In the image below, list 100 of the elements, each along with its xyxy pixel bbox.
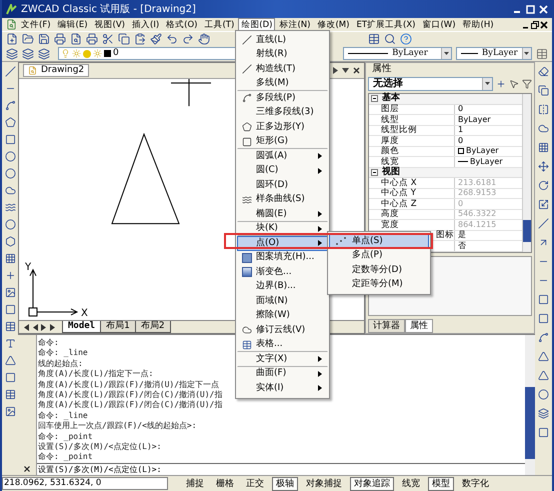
close-icon[interactable]	[353, 67, 360, 74]
triangle-icon[interactable]	[4, 355, 16, 366]
triangle-icon[interactable]	[538, 351, 549, 362]
triangle-icon[interactable]	[538, 370, 549, 381]
cloud-icon[interactable]	[4, 185, 16, 196]
wave-icon[interactable]	[4, 202, 16, 213]
lineweight-combo[interactable]: ByLayer	[456, 47, 532, 60]
status-toggle[interactable]: 对象捕捉	[302, 476, 346, 490]
preview-icon[interactable]	[70, 33, 82, 45]
status-toggle[interactable]: 极轴	[272, 476, 298, 490]
layers-icon[interactable]	[22, 48, 34, 60]
collapse-icon[interactable]	[371, 168, 378, 176]
line-icon[interactable]	[4, 66, 16, 77]
move-icon[interactable]	[538, 161, 549, 172]
menu-item[interactable]: 表格...	[237, 338, 328, 352]
menu-item[interactable]: 圆环(D)	[237, 178, 328, 192]
first-tab-icon[interactable]	[23, 324, 29, 330]
folder-icon[interactable]	[22, 33, 34, 45]
array-icon[interactable]	[538, 142, 549, 153]
menu-item[interactable]: 视图(V)	[92, 18, 128, 32]
circle-icon[interactable]	[538, 389, 549, 400]
linetype-combo[interactable]: ByLayer	[343, 47, 452, 60]
maximize-icon[interactable]	[526, 4, 535, 14]
menu-item[interactable]: 曲面(F)	[237, 366, 328, 381]
table-icon[interactable]	[368, 33, 380, 45]
hexagon-icon[interactable]	[4, 236, 16, 247]
circle-icon[interactable]	[4, 168, 16, 179]
menu-item[interactable]: 多段线(P)	[237, 91, 328, 106]
menu-item[interactable]: 样条曲线(S)	[237, 192, 328, 207]
cut-icon[interactable]	[102, 33, 114, 45]
menu-item[interactable]: 直线(L)	[237, 33, 328, 48]
menu-item[interactable]: 擦除(W)	[237, 308, 328, 323]
new-file-icon[interactable]	[6, 33, 18, 45]
rectangle-icon[interactable]	[4, 134, 16, 145]
document-tab[interactable]: Drawing2	[23, 64, 90, 77]
selection-combo[interactable]: 无选择	[368, 76, 493, 90]
menu-item[interactable]: 修改(M)	[314, 18, 352, 32]
undo-icon[interactable]	[166, 33, 178, 45]
pointer-icon[interactable]	[509, 78, 519, 88]
layers-icon[interactable]	[6, 48, 18, 60]
redo-icon[interactable]	[182, 33, 194, 45]
menu-item[interactable]: 图案填充(H)...	[237, 250, 328, 265]
menu-item[interactable]: 文字(X)	[237, 352, 328, 366]
menu-item[interactable]: 编辑(E)	[54, 18, 91, 32]
dropdown-button[interactable]	[441, 48, 452, 59]
layout-tab[interactable]: 布局1	[100, 321, 136, 333]
scrollbar-thumb[interactable]	[525, 387, 535, 459]
help-icon[interactable]	[400, 33, 412, 45]
menu-item[interactable]: 定数等分(D)	[329, 263, 429, 278]
close-icon[interactable]	[540, 20, 548, 28]
table-icon[interactable]	[4, 389, 16, 400]
status-toggle[interactable]: 捕捉	[182, 476, 208, 490]
dropdown-button[interactable]	[482, 78, 492, 90]
scrollbar[interactable]	[522, 94, 531, 252]
menu-item[interactable]: 窗口(W)	[419, 18, 459, 32]
menu-item[interactable]: 椭圆(E)	[237, 207, 328, 222]
menu-item[interactable]: 正多边形(Y)	[237, 120, 328, 134]
add-icon[interactable]	[496, 78, 506, 88]
scroll-right-icon[interactable]	[333, 67, 338, 74]
command-input[interactable]: 设置(S)/多次(M)/<点定位(L)>:	[37, 463, 525, 475]
status-toggle[interactable]: 正交	[242, 476, 268, 490]
layers-icon[interactable]	[38, 48, 50, 60]
menu-item[interactable]: ET扩展工具(X)	[353, 18, 418, 32]
rotate-icon[interactable]	[538, 180, 549, 191]
paste-icon[interactable]	[134, 33, 146, 45]
menu-item[interactable]: 实体(I)	[237, 381, 328, 396]
menu-item[interactable]: 标注(N)	[276, 18, 314, 32]
menu-item[interactable]: 文件(F)	[18, 18, 54, 32]
brush-icon[interactable]	[150, 33, 162, 45]
menu-item[interactable]: 工具(T)	[201, 18, 238, 32]
scrollbar[interactable]	[525, 335, 535, 475]
layout-tab[interactable]: Model	[62, 321, 102, 333]
print-icon[interactable]	[54, 33, 66, 45]
save-icon[interactable]	[38, 33, 50, 45]
menu-item[interactable]: 插入(I)	[129, 18, 162, 32]
next-tab-icon[interactable]	[41, 324, 47, 330]
status-toggle[interactable]: 栅格	[212, 476, 238, 490]
pan-icon[interactable]	[198, 33, 210, 45]
scrollbar-thumb[interactable]	[523, 220, 531, 242]
menu-item[interactable]: 圆弧(A)	[237, 149, 328, 164]
menu-item[interactable]: 边界(B)...	[237, 280, 328, 294]
status-toggle[interactable]: 数字化	[458, 476, 493, 490]
filter-icon[interactable]	[522, 78, 532, 88]
menu-item[interactable]: 格式(O)	[163, 18, 200, 32]
menu-item[interactable]: 渐变色...	[237, 265, 328, 280]
copy-icon[interactable]	[118, 33, 130, 45]
restore-icon[interactable]	[531, 20, 539, 28]
pentagon-icon[interactable]	[4, 117, 16, 128]
dropdown-button[interactable]	[522, 48, 532, 59]
previous-tab-icon[interactable]	[32, 324, 38, 330]
menu-item[interactable]: 修订云线(V)	[237, 323, 328, 338]
dropdown-icon[interactable]	[342, 68, 349, 73]
menu-item[interactable]: 定距等分(M)	[329, 278, 429, 292]
layout-tab[interactable]: 布局2	[134, 321, 171, 333]
menu-item[interactable]: 面域(N)	[237, 294, 328, 308]
collapse-icon[interactable]	[371, 95, 378, 102]
panel-tab[interactable]: 属性	[405, 319, 433, 333]
close-icon[interactable]	[24, 466, 30, 472]
status-toggle[interactable]: 线宽	[398, 476, 424, 490]
panel-tab[interactable]: 计算器	[368, 319, 405, 333]
